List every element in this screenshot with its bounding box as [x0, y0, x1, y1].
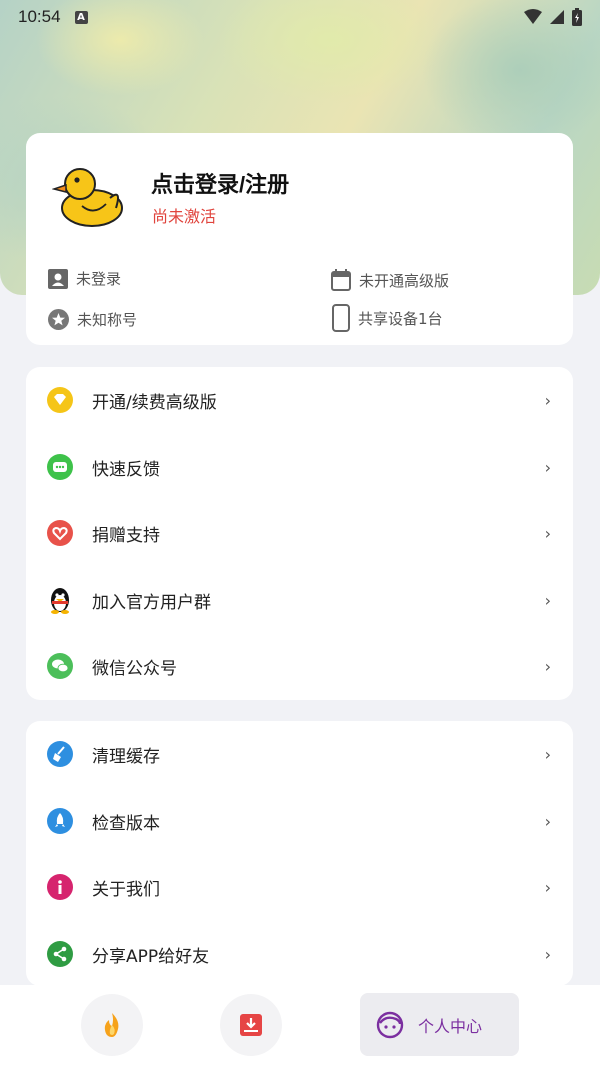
calendar-icon	[331, 269, 351, 291]
nav-profile-label: 个人中心	[418, 1016, 483, 1036]
chevron-right-icon: ›	[544, 390, 551, 410]
chevron-right-icon: ›	[544, 811, 551, 831]
signal-icon	[550, 10, 564, 24]
diamond-icon	[46, 386, 74, 414]
chat-icon	[46, 453, 74, 481]
chevron-right-icon: ›	[544, 944, 551, 964]
nav-download-tab[interactable]	[220, 994, 282, 1056]
nav-profile-tab[interactable]: 个人中心	[360, 993, 519, 1056]
phone-icon	[332, 304, 350, 332]
menu-item-label: 分享APP给好友	[92, 946, 210, 967]
wechat-icon	[46, 652, 74, 680]
wifi-icon	[524, 9, 542, 24]
flame-icon	[104, 1013, 119, 1037]
battery-icon	[572, 8, 582, 26]
qq-penguin-icon	[46, 586, 74, 614]
info-icon	[46, 873, 74, 901]
plan-status-label: 未开通高级版	[359, 271, 450, 290]
menu-item-feedback[interactable]: 快速反馈 ›	[26, 434, 573, 500]
broom-icon	[46, 740, 74, 768]
notification-icon: A	[74, 10, 88, 24]
menu-item-label: 关于我们	[92, 879, 160, 900]
status-bar: 10:54 A	[0, 0, 600, 34]
status-time: 10:54	[18, 7, 61, 26]
login-status-item: 未登录	[48, 268, 121, 289]
activation-status: 尚未激活	[152, 207, 217, 226]
menu-item-label: 检查版本	[92, 813, 160, 834]
user-card-icon	[48, 268, 68, 289]
menu-item-donate[interactable]: 捐赠支持 ›	[26, 500, 573, 566]
plan-status-item: 未开通高级版	[331, 269, 449, 291]
menu-item-share[interactable]: 分享APP给好友 ›	[26, 921, 573, 987]
chevron-right-icon: ›	[544, 656, 551, 676]
menu-item-label: 清理缓存	[92, 746, 160, 767]
duck-avatar-icon[interactable]	[52, 158, 124, 230]
menu-item-label: 微信公众号	[92, 658, 177, 679]
heart-icon	[46, 519, 74, 547]
chevron-right-icon: ›	[544, 744, 551, 764]
login-status-label: 未登录	[76, 270, 122, 288]
login-register-link[interactable]: 点击登录/注册	[151, 167, 289, 199]
rocket-icon	[46, 807, 74, 835]
devices-item: 共享设备1台	[332, 304, 443, 332]
menu-item-label: 快速反馈	[92, 459, 160, 480]
nickname-label: 未知称号	[77, 311, 138, 329]
nickname-item: 未知称号	[48, 309, 137, 330]
menu-item-check-version[interactable]: 检查版本 ›	[26, 788, 573, 854]
menu-item-label: 开通/续费高级版	[92, 392, 217, 413]
face-icon	[376, 1011, 404, 1038]
chevron-right-icon: ›	[544, 590, 551, 610]
chevron-right-icon: ›	[544, 457, 551, 477]
menu-item-user-group[interactable]: 加入官方用户群 ›	[26, 567, 573, 633]
menu-item-clear-cache[interactable]: 清理缓存 ›	[26, 721, 573, 787]
nav-hot-tab[interactable]	[81, 994, 143, 1056]
menu-item-label: 加入官方用户群	[92, 592, 211, 613]
star-badge-icon	[48, 309, 69, 330]
menu-item-label: 捐赠支持	[92, 525, 160, 546]
chevron-right-icon: ›	[544, 523, 551, 543]
menu-item-upgrade[interactable]: 开通/续费高级版 ›	[26, 367, 573, 433]
download-box-icon	[240, 1014, 262, 1036]
share-icon	[46, 940, 74, 968]
devices-label: 共享设备1台	[358, 309, 443, 328]
menu-item-about[interactable]: 关于我们 ›	[26, 854, 573, 920]
chevron-right-icon: ›	[544, 877, 551, 897]
menu-item-wechat[interactable]: 微信公众号 ›	[26, 633, 573, 699]
